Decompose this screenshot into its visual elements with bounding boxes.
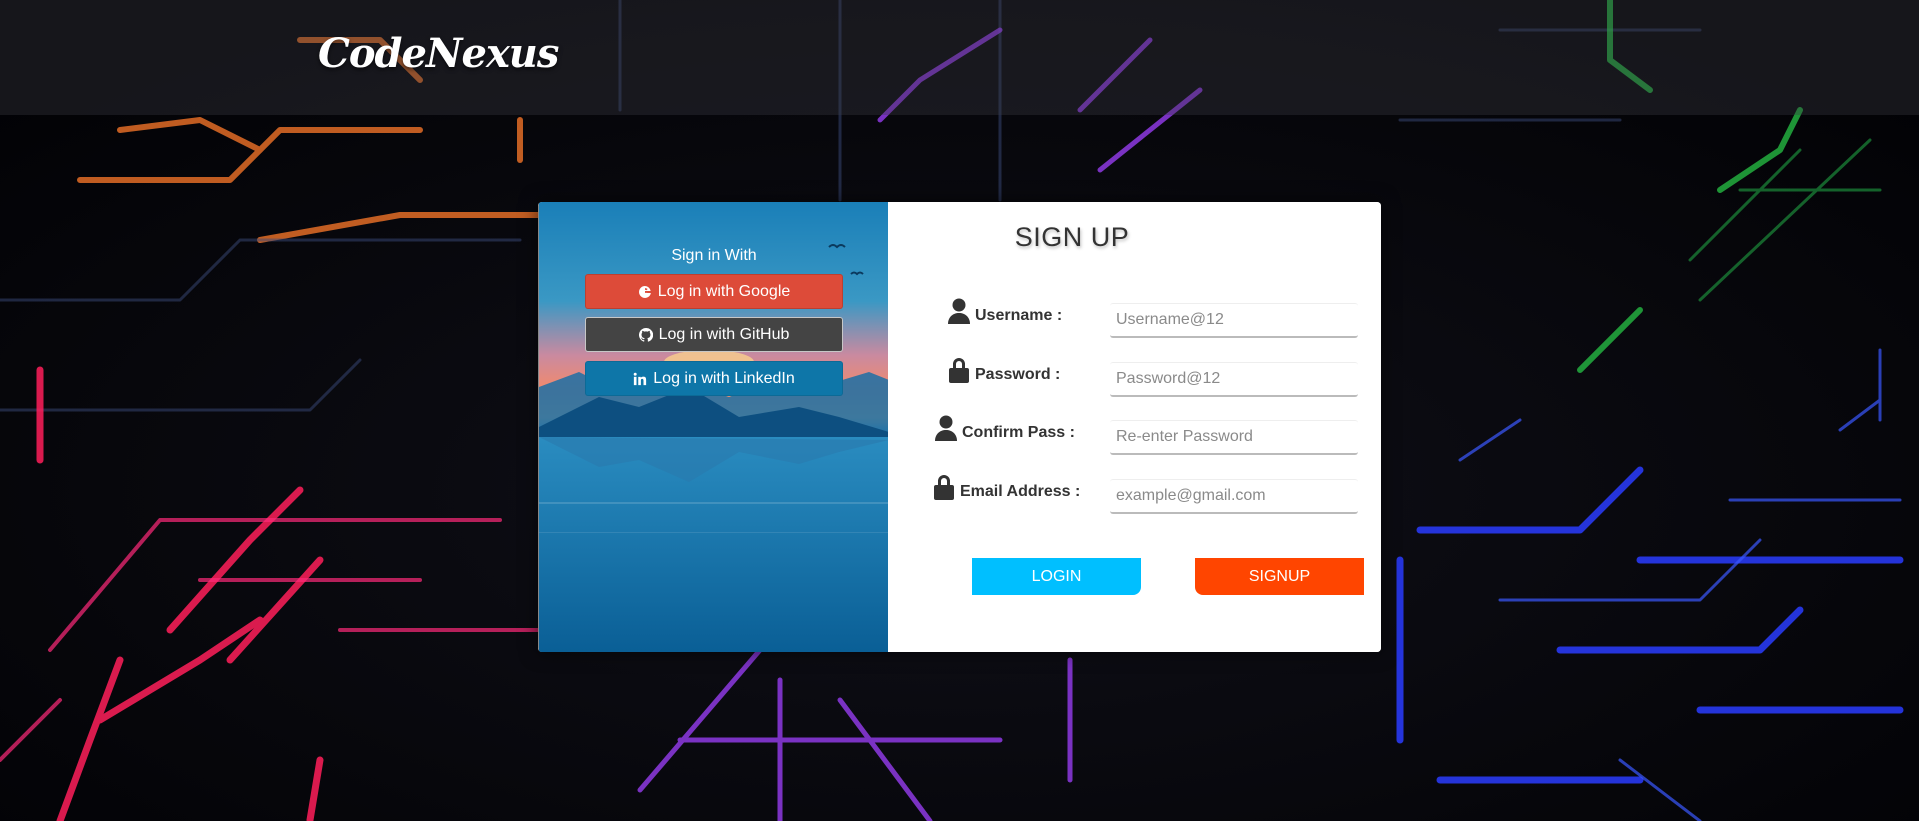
- user-icon: [935, 415, 957, 441]
- linkedin-icon: [633, 372, 647, 385]
- confirm-password-input[interactable]: [1110, 420, 1358, 455]
- google-login-button[interactable]: Log in with Google: [585, 274, 843, 309]
- user-icon: [948, 298, 970, 324]
- google-icon: [638, 285, 651, 298]
- lock-icon: [934, 475, 954, 500]
- signup-form: SIGN UP Username : Password : Confirm Pa…: [888, 202, 1381, 652]
- signin-heading: Sign in With: [671, 247, 757, 264]
- signup-heading: SIGN UP: [1014, 222, 1130, 252]
- confirm-password-label-text: Confirm Pass :: [962, 424, 1075, 441]
- username-label: Username :: [947, 297, 1062, 325]
- email-input[interactable]: [1110, 479, 1358, 514]
- google-login-label: Log in with Google: [657, 282, 791, 300]
- github-login-button[interactable]: Log in with GitHub: [585, 317, 843, 352]
- github-icon: [638, 327, 653, 342]
- confirm-password-row: Confirm Pass :: [888, 415, 1381, 460]
- password-label-text: Password :: [975, 366, 1061, 383]
- social-login-panel: Sign in With Log in with Google Log in w…: [538, 202, 889, 652]
- signup-button[interactable]: SIGNUP: [1195, 558, 1364, 595]
- linkedin-login-button[interactable]: Log in with LinkedIn: [585, 361, 843, 396]
- password-label: Password :: [947, 356, 1060, 384]
- password-input[interactable]: [1110, 362, 1358, 397]
- username-input[interactable]: [1110, 303, 1358, 338]
- username-row: Username :: [888, 298, 1381, 343]
- email-label-text: Email Address :: [960, 483, 1081, 500]
- login-button[interactable]: LOGIN: [972, 558, 1141, 595]
- lock-icon: [949, 358, 969, 383]
- email-row: Email Address :: [888, 475, 1381, 519]
- password-row: Password :: [888, 358, 1381, 402]
- header-bar: CodeNexus: [0, 0, 1919, 115]
- sunset-lake-illustration: [539, 202, 889, 652]
- email-label: Email Address :: [932, 473, 1080, 501]
- linkedin-login-label: Log in with LinkedIn: [653, 369, 795, 387]
- auth-card: Sign in With Log in with Google Log in w…: [538, 202, 1381, 652]
- username-label-text: Username :: [975, 307, 1063, 324]
- brand-logo[interactable]: CodeNexus: [318, 30, 559, 77]
- confirm-password-label: Confirm Pass :: [934, 414, 1075, 442]
- github-login-label: Log in with GitHub: [658, 325, 790, 343]
